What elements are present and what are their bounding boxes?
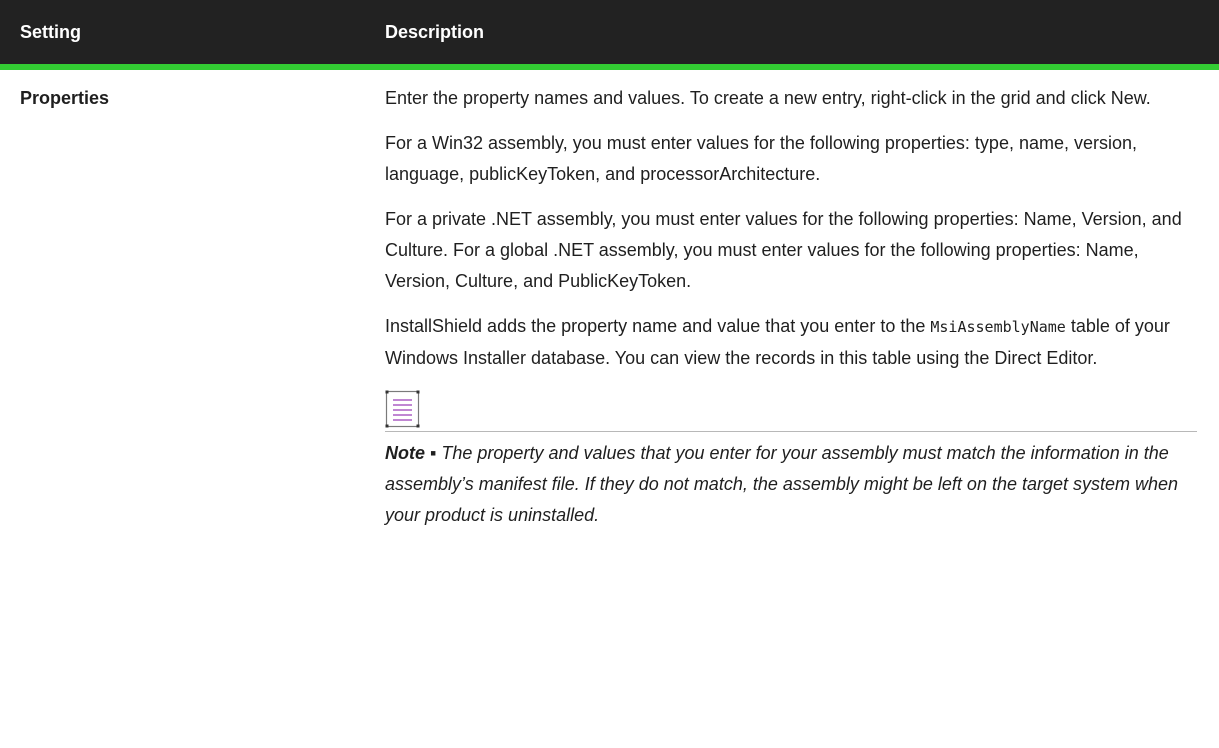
note-label: Note ▪: [385, 443, 442, 463]
table-row: Properties Enter the property names and …: [0, 67, 1219, 545]
note-paragraph: Note ▪ The property and values that you …: [385, 438, 1197, 531]
setting-description: Enter the property names and values. To …: [373, 67, 1219, 545]
note-icon: [385, 390, 420, 428]
header-description: Description: [373, 0, 1219, 70]
description-paragraph-3: For a private .NET assembly, you must en…: [385, 209, 1182, 291]
msiassemblyname-code: MsiAssemblyName: [930, 318, 1066, 336]
note-body: The property and values that you enter f…: [385, 443, 1179, 525]
table-header-row: Setting Description: [0, 0, 1219, 70]
setting-name: Properties: [20, 88, 110, 108]
description-paragraph-4: InstallShield adds the property name and…: [385, 311, 1197, 374]
header-setting: Setting: [0, 0, 373, 70]
settings-table: Setting Description Properties Enter the…: [0, 0, 1219, 545]
description-paragraph-1: Enter the property names and values. To …: [385, 88, 1151, 108]
description-paragraph-2: For a Win32 assembly, you must enter val…: [385, 133, 1138, 184]
note-divider: [385, 431, 1197, 432]
paragraph-4-text-before: InstallShield adds the property name and…: [385, 316, 931, 336]
